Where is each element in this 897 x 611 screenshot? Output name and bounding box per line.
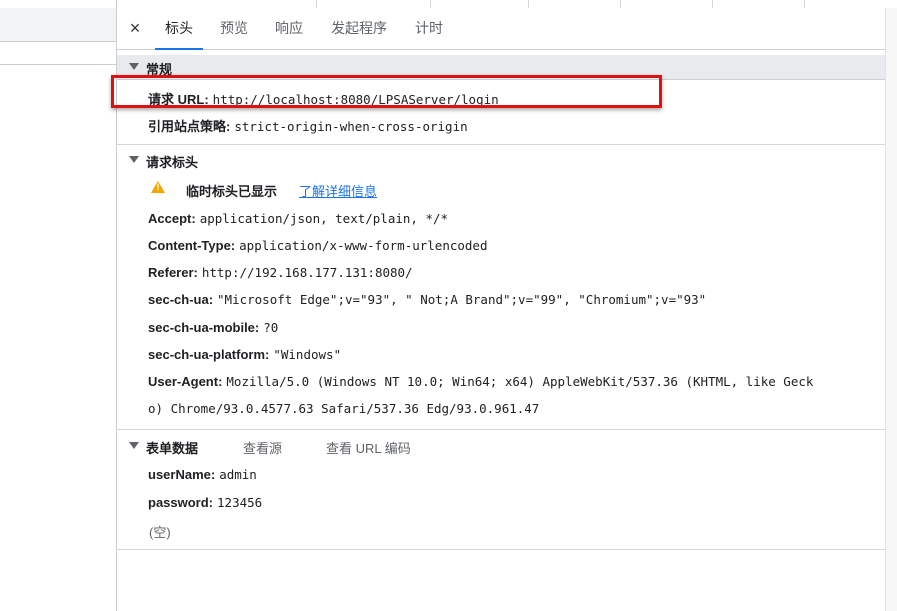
list-divider (0, 64, 116, 65)
form-data-section-header[interactable]: 表单数据 查看源 查看 URL 编码 (117, 434, 885, 458)
header-row-sec-ch-ua-platform: sec-ch-ua-platform: "Windows" (148, 347, 341, 369)
learn-more-link[interactable]: 了解详细信息 (299, 181, 377, 200)
header-value: "Microsoft Edge";v="93", " Not;A Brand";… (217, 292, 707, 307)
tab-response[interactable]: 响应 (265, 8, 313, 49)
column-divider (430, 0, 431, 8)
selected-request-row[interactable] (0, 8, 116, 42)
referrer-policy-value: strict-origin-when-cross-origin (234, 119, 468, 134)
header-value: http://192.168.177.131:8080/ (201, 265, 413, 280)
column-divider (528, 0, 529, 8)
column-divider (804, 0, 805, 8)
header-row-user-agent: User-Agent: Mozilla/5.0 (Windows NT 10.0;… (148, 374, 813, 396)
red-highlight-box (111, 75, 662, 108)
view-source-link[interactable]: 查看源 (243, 438, 282, 457)
user-agent-continuation: o) Chrome/93.0.4577.63 Safari/537.36 Edg… (148, 401, 539, 423)
collapse-triangle-icon (129, 63, 139, 70)
form-row-username: userName: admin (148, 467, 257, 489)
header-key: Content-Type: (148, 238, 236, 253)
form-key: userName: (148, 467, 216, 482)
tab-timing[interactable]: 计时 (405, 8, 453, 49)
vertical-scrollbar[interactable] (885, 8, 897, 611)
close-icon[interactable]: × (125, 18, 145, 38)
header-value: "Windows" (273, 347, 342, 362)
header-key: sec-ch-ua-platform: (148, 347, 270, 362)
header-key: User-Agent: (148, 374, 223, 389)
provisional-headers-warning: 临时标头已显示 (186, 184, 278, 199)
request-headers-section-title: 请求标头 (146, 155, 199, 170)
view-url-encoded-link[interactable]: 查看 URL 编码 (326, 438, 411, 457)
header-row-accept: Accept: application/json, text/plain, */* (148, 211, 448, 233)
form-value: 123456 (217, 495, 263, 510)
header-key: sec-ch-ua: (148, 292, 214, 307)
header-row-referer: Referer: http://192.168.177.131:8080/ (148, 265, 413, 287)
header-value: Mozilla/5.0 (Windows NT 10.0; Win64; x64… (226, 374, 814, 389)
network-request-list[interactable] (0, 0, 117, 611)
form-value: admin (219, 467, 257, 482)
section-divider (117, 429, 885, 430)
tab-headers[interactable]: 标头 (155, 8, 203, 50)
form-data-section-title: 表单数据 (146, 441, 199, 456)
request-headers-section-header[interactable]: 请求标头 (117, 148, 885, 172)
header-row-sec-ch-ua: sec-ch-ua: "Microsoft Edge";v="93", " Not… (148, 292, 706, 314)
section-divider (117, 549, 885, 550)
header-key: sec-ch-ua-mobile: (148, 320, 260, 335)
form-row-password: password: 123456 (148, 495, 262, 517)
empty-value-label: (空) (149, 525, 171, 540)
header-value: o) Chrome/93.0.4577.63 Safari/537.36 Edg… (148, 401, 540, 416)
referrer-policy-key: 引用站点策略: (148, 119, 231, 134)
header-key: Referer: (148, 265, 198, 280)
column-divider (316, 0, 317, 8)
header-row-sec-ch-ua-mobile: sec-ch-ua-mobile: ?0 (148, 320, 278, 342)
header-value: ?0 (263, 320, 279, 335)
section-divider (117, 144, 885, 145)
referrer-policy-row: 引用站点策略: strict-origin-when-cross-origin (148, 116, 468, 138)
header-key: Accept: (148, 211, 196, 226)
header-row-content-type: Content-Type: application/x-www-form-urle… (148, 238, 488, 260)
column-divider (712, 0, 713, 8)
collapse-triangle-icon (129, 156, 139, 163)
tab-preview[interactable]: 预览 (210, 8, 258, 49)
tab-initiator[interactable]: 发起程序 (322, 8, 396, 49)
header-value: application/json, text/plain, */* (199, 211, 449, 226)
header-value: application/x-www-form-urlencoded (239, 238, 488, 253)
collapse-triangle-icon (129, 442, 139, 449)
column-divider (620, 0, 621, 8)
form-key: password: (148, 495, 214, 510)
warning-exclamation: ! (156, 182, 160, 192)
details-tabbar: × 标头 预览 响应 发起程序 计时 (117, 8, 885, 50)
